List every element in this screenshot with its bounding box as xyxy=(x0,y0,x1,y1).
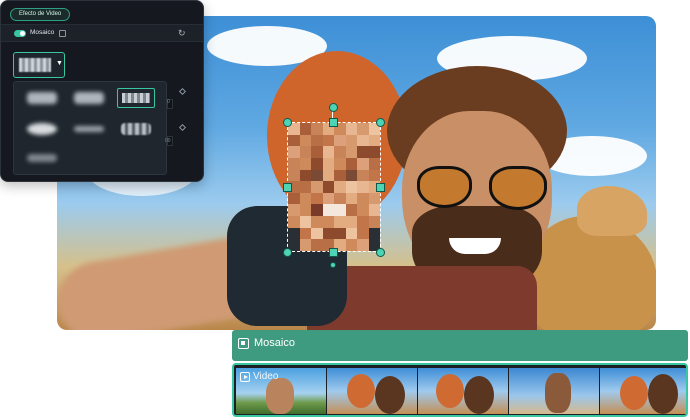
edge-handle-right[interactable] xyxy=(376,183,385,192)
video-track-label: Video xyxy=(253,371,279,382)
sunglasses-left xyxy=(417,166,472,208)
mosaic-toggle-label: Mosaico xyxy=(30,29,55,36)
sunglasses-right xyxy=(489,166,547,210)
value-text: 0 xyxy=(167,99,170,105)
anchor-point[interactable] xyxy=(330,262,336,268)
mosaic-effect-icon xyxy=(238,338,249,349)
corner-handle-br[interactable] xyxy=(376,248,385,257)
selected-style-thumbnail xyxy=(19,58,51,72)
video-frame xyxy=(418,368,508,414)
chevron-down-icon: ▼ xyxy=(56,60,63,67)
edge-handle-top[interactable] xyxy=(329,118,338,127)
mosaic-editor-ui: Efecto de Video Mosaico ↻ ▼ 0 00 Mosaico… xyxy=(0,0,690,420)
corner-handle-tl[interactable] xyxy=(283,118,292,127)
style-option[interactable] xyxy=(70,119,108,139)
effect-track-label: Mosaico xyxy=(254,337,295,349)
mosaic-toggle-row: Mosaico ↻ xyxy=(1,24,203,42)
style-option[interactable] xyxy=(23,119,61,139)
style-option-selected[interactable] xyxy=(117,88,155,108)
style-option[interactable] xyxy=(23,148,61,168)
diamond-keyframe-icon[interactable] xyxy=(178,87,187,96)
corner-handle-tr[interactable] xyxy=(376,118,385,127)
mosaic-style-dropdown[interactable]: ▼ xyxy=(13,52,65,78)
mosaic-region[interactable] xyxy=(287,122,381,252)
edge-handle-left[interactable] xyxy=(283,183,292,192)
checkbox-icon[interactable] xyxy=(59,30,66,37)
mosaic-effect-track[interactable]: Mosaico xyxy=(232,330,688,361)
video-frame xyxy=(600,368,686,414)
video-frame xyxy=(327,368,417,414)
edge-handle-bottom[interactable] xyxy=(329,248,338,257)
reset-icon[interactable]: ↻ xyxy=(178,28,186,39)
tab-video-effect[interactable]: Efecto de Video xyxy=(10,8,71,21)
mosaic-pixels xyxy=(288,123,380,251)
video-track[interactable]: Video xyxy=(232,363,688,417)
video-clip-icon xyxy=(240,372,250,382)
rocks xyxy=(577,186,647,236)
diamond-keyframe-icon[interactable] xyxy=(178,123,187,132)
rotate-handle[interactable] xyxy=(329,103,338,112)
style-option[interactable] xyxy=(117,119,155,139)
style-option[interactable] xyxy=(23,88,61,108)
mosaic-toggle-switch[interactable] xyxy=(14,30,26,37)
corner-handle-bl[interactable] xyxy=(283,248,292,257)
video-effect-panel: Efecto de Video Mosaico ↻ ▼ 0 00 xyxy=(0,0,204,182)
style-option[interactable] xyxy=(70,88,108,108)
mosaic-style-list xyxy=(13,81,167,175)
smile xyxy=(449,238,501,254)
video-frame xyxy=(509,368,599,414)
value-text: 00 xyxy=(165,138,171,144)
